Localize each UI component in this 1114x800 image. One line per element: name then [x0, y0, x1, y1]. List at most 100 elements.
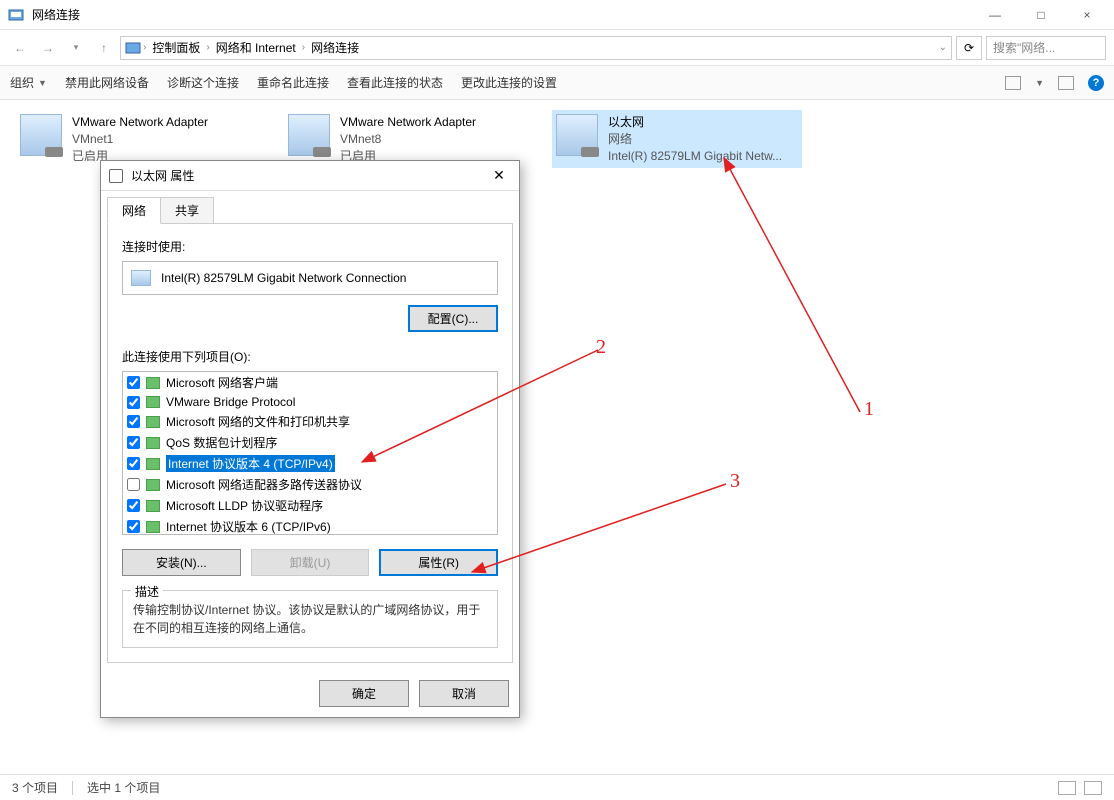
tab-share[interactable]: 共享	[160, 197, 214, 224]
breadcrumb-sep-icon: ›	[206, 42, 209, 53]
install-button[interactable]: 安装(N)...	[122, 549, 241, 576]
component-checkbox[interactable]	[127, 499, 140, 512]
breadcrumb-item[interactable]: 控制面板	[148, 39, 204, 56]
component-item[interactable]: VMware Bridge Protocol	[123, 393, 497, 411]
diagnose-button[interactable]: 诊断这个连接	[167, 74, 239, 91]
adapter-full-name: Intel(R) 82579LM Gigabit Network Connect…	[161, 271, 406, 285]
items-label: 此连接使用下列项目(O):	[122, 348, 498, 365]
component-checkbox[interactable]	[127, 376, 140, 389]
description-group: 描述 传输控制协议/Internet 协议。该协议是默认的广域网络协议，用于在不…	[122, 590, 498, 648]
component-icon	[146, 396, 160, 408]
component-icon	[146, 500, 160, 512]
dialog-icon	[109, 169, 123, 183]
minimize-button[interactable]: —	[972, 0, 1018, 30]
status-count: 3 个项目	[12, 779, 58, 796]
component-item[interactable]: QoS 数据包计划程序	[123, 432, 497, 453]
component-icon	[146, 416, 160, 428]
component-label: QoS 数据包计划程序	[166, 434, 277, 451]
disable-device-button[interactable]: 禁用此网络设备	[65, 74, 149, 91]
maximize-button[interactable]: □	[1018, 0, 1064, 30]
breadcrumb-dropdown-icon[interactable]: ⌄	[939, 42, 947, 53]
configure-button[interactable]: 配置(C)...	[408, 305, 498, 332]
annotation-label-2: 2	[596, 336, 606, 359]
component-label: Microsoft 网络的文件和打印机共享	[166, 413, 350, 430]
breadcrumb[interactable]: › 控制面板 › 网络和 Internet › 网络连接 ⌄	[120, 36, 952, 60]
adapter-display: Intel(R) 82579LM Gigabit Network Connect…	[122, 261, 498, 295]
description-text: 传输控制协议/Internet 协议。该协议是默认的广域网络协议，用于在不同的相…	[133, 601, 487, 637]
details-view-icon[interactable]	[1058, 781, 1076, 795]
component-item[interactable]: Internet 协议版本 4 (TCP/IPv4)	[123, 453, 497, 474]
nav-recent-button[interactable]: ▾	[64, 36, 88, 60]
component-checkbox[interactable]	[127, 396, 140, 409]
adapter-line2: VMnet8	[340, 131, 476, 148]
component-checkbox[interactable]	[127, 436, 140, 449]
ok-button[interactable]: 确定	[319, 680, 409, 707]
search-input[interactable]: 搜索"网络...	[986, 36, 1106, 60]
location-icon	[125, 40, 141, 56]
component-item[interactable]: Microsoft LLDP 协议驱动程序	[123, 495, 497, 516]
component-icon	[146, 437, 160, 449]
component-label: Internet 协议版本 6 (TCP/IPv6)	[166, 518, 331, 535]
chevron-down-icon[interactable]: ▼	[1035, 78, 1044, 88]
refresh-button[interactable]: ⟳	[956, 36, 982, 60]
change-settings-button[interactable]: 更改此连接的设置	[461, 74, 557, 91]
component-list[interactable]: Microsoft 网络客户端 VMware Bridge Protocol Mic…	[122, 371, 498, 535]
connect-using-label: 连接时使用:	[122, 238, 498, 255]
window-titlebar: 网络连接 — □ ×	[0, 0, 1114, 30]
component-item[interactable]: Internet 协议版本 6 (TCP/IPv6)	[123, 516, 497, 535]
component-item[interactable]: Microsoft 网络客户端	[123, 372, 497, 393]
nav-back-button[interactable]: ←	[8, 36, 32, 60]
window-title: 网络连接	[32, 6, 972, 23]
help-icon[interactable]: ?	[1088, 75, 1104, 91]
status-bar: 3 个项目 选中 1 个项目	[0, 774, 1114, 800]
nav-forward-button[interactable]: →	[36, 36, 60, 60]
dialog-close-button[interactable]: ✕	[487, 164, 511, 188]
adapter-item-ethernet[interactable]: 以太网 网络 Intel(R) 82579LM Gigabit Netw...	[552, 110, 802, 168]
adapter-name: VMware Network Adapter	[340, 114, 476, 131]
annotation-label-1: 1	[864, 398, 874, 421]
component-checkbox[interactable]	[127, 520, 140, 533]
cancel-button[interactable]: 取消	[419, 680, 509, 707]
view-icons-button[interactable]	[1005, 76, 1021, 90]
component-label: Internet 协议版本 4 (TCP/IPv4)	[166, 455, 335, 472]
annotation-label-3: 3	[730, 470, 740, 493]
rename-button[interactable]: 重命名此连接	[257, 74, 329, 91]
properties-button[interactable]: 属性(R)	[379, 549, 498, 576]
network-adapter-icon	[556, 114, 598, 156]
description-legend: 描述	[131, 583, 163, 600]
dialog-title: 以太网 属性	[131, 167, 487, 184]
component-checkbox[interactable]	[127, 478, 140, 491]
organize-menu[interactable]: 组织▼	[10, 74, 47, 91]
breadcrumb-item[interactable]: 网络和 Internet	[212, 39, 300, 56]
preview-pane-button[interactable]	[1058, 76, 1074, 90]
status-selected: 选中 1 个项目	[87, 779, 160, 796]
uninstall-button: 卸载(U)	[251, 549, 370, 576]
status-separator	[72, 781, 73, 795]
nav-up-button[interactable]: ↑	[92, 36, 116, 60]
large-icons-view-icon[interactable]	[1084, 781, 1102, 795]
component-checkbox[interactable]	[127, 457, 140, 470]
dialog-tabs: 网络 共享	[107, 197, 513, 224]
component-label: VMware Bridge Protocol	[166, 395, 295, 409]
chevron-down-icon: ▼	[38, 78, 47, 88]
properties-dialog: 以太网 属性 ✕ 网络 共享 连接时使用: Intel(R) 82579LM G…	[100, 160, 520, 718]
network-adapter-icon	[20, 114, 62, 156]
breadcrumb-item[interactable]: 网络连接	[307, 39, 363, 56]
close-button[interactable]: ×	[1064, 0, 1110, 30]
breadcrumb-sep-icon: ›	[143, 42, 146, 53]
component-checkbox[interactable]	[127, 415, 140, 428]
adapter-line2: 网络	[608, 131, 782, 148]
component-label: Microsoft LLDP 协议驱动程序	[166, 497, 323, 514]
component-item[interactable]: Microsoft 网络的文件和打印机共享	[123, 411, 497, 432]
dialog-titlebar: 以太网 属性 ✕	[101, 161, 519, 191]
adapter-name: 以太网	[608, 114, 782, 131]
adapter-mini-icon	[131, 270, 151, 286]
component-label: Microsoft 网络适配器多路传送器协议	[166, 476, 362, 493]
component-icon	[146, 479, 160, 491]
component-label: Microsoft 网络客户端	[166, 374, 278, 391]
component-item[interactable]: Microsoft 网络适配器多路传送器协议	[123, 474, 497, 495]
view-status-button[interactable]: 查看此连接的状态	[347, 74, 443, 91]
tab-network[interactable]: 网络	[107, 197, 161, 224]
component-icon	[146, 377, 160, 389]
adapter-line2: VMnet1	[72, 131, 208, 148]
